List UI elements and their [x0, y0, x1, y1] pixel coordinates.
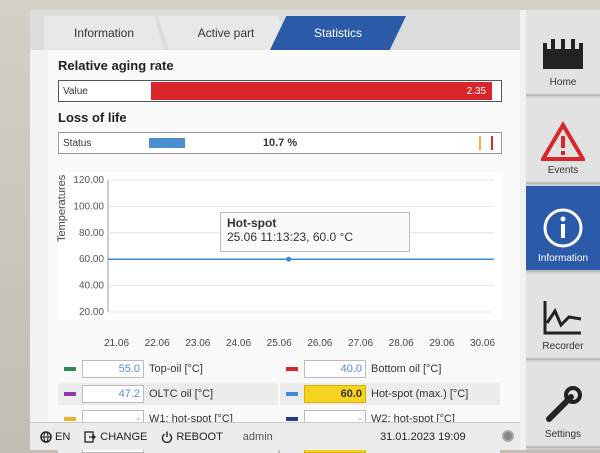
nav-information-label: Information	[537, 253, 589, 264]
side-nav: Home Events Information Recorder Setting…	[526, 10, 600, 450]
globe-icon	[40, 430, 52, 443]
info-icon	[543, 208, 583, 248]
value-label: Hot-spot (max.) [°C]	[371, 388, 469, 400]
power-icon	[162, 431, 173, 443]
value-row[interactable]: 60.0 Hot-spot (max.) [°C]	[280, 383, 500, 405]
series-color-swatch	[286, 417, 298, 421]
chart-xtick-label: 22.06	[144, 338, 170, 349]
series-color-swatch	[286, 367, 298, 371]
chart-ytick-label: 120.00	[73, 175, 104, 186]
chart-xtick-label: 29.06	[429, 338, 455, 349]
life-warning-marker	[479, 136, 481, 150]
value-row[interactable]: 55.0 Top-oil [°C]	[58, 358, 278, 380]
aging-field-label: Value	[63, 85, 88, 97]
tab-bar: Information Active part Statistics	[30, 10, 520, 50]
nav-events-label: Events	[547, 165, 579, 176]
connection-status-icon	[502, 430, 514, 442]
nav-home[interactable]: Home	[526, 10, 600, 96]
series-color-swatch	[64, 367, 76, 371]
value-field: 40.0	[304, 360, 366, 378]
value-field: 47.2	[82, 385, 144, 403]
warning-icon	[541, 121, 585, 161]
chart-xtick-label: 23.06	[185, 338, 211, 349]
life-alarm-marker	[491, 136, 493, 150]
statistics-panel: Relative aging rate Value 2.35 Loss of l…	[48, 50, 540, 453]
nav-home-label: Home	[549, 77, 577, 88]
chart-xtick-label: 28.06	[388, 338, 414, 349]
language-button[interactable]: EN	[40, 431, 70, 443]
datetime-label: 31.01.2023 19:09	[380, 431, 466, 443]
user-label: admin	[242, 430, 273, 443]
chart-ytick-label: 40.00	[79, 281, 104, 292]
chart-xtick-label: 26.06	[307, 338, 333, 349]
chart-ytick-label: 80.00	[79, 228, 104, 239]
life-title: Loss of life	[58, 110, 127, 125]
life-bar: Status 10.7 %	[58, 132, 502, 154]
chart-ylabel: Temperatures	[56, 174, 68, 242]
nav-information[interactable]: Information	[526, 186, 600, 272]
tooltip-title: Hot-spot	[227, 216, 277, 230]
nav-recorder-label: Recorder	[542, 341, 584, 352]
language-label: EN	[55, 430, 71, 443]
chart-tooltip: Hot-spot 25.06 11:13:23, 60.0 °C	[220, 212, 410, 252]
series-color-swatch	[64, 417, 76, 421]
series-color-swatch	[286, 392, 298, 396]
tooltip-detail: 25.06 11:13:23, 60.0 °C	[227, 230, 354, 244]
chart-ytick-label: 100.00	[73, 201, 104, 212]
chart-ytick-label: 20.00	[79, 307, 104, 318]
transformer-icon	[543, 39, 583, 69]
screen: Information Active part Statistics Relat…	[30, 10, 600, 453]
chart-xtick-label: 30.06	[470, 338, 496, 349]
aging-title: Relative aging rate	[58, 58, 174, 73]
aging-value: 2.35	[466, 86, 487, 97]
login-icon	[84, 430, 97, 443]
value-field: 60.0	[304, 385, 366, 403]
recorder-icon	[543, 301, 582, 335]
status-bar: EN CHANGE REBOOT admin 31.01.2023 19:09	[30, 422, 520, 450]
chart-ytick-label: 60.00	[79, 254, 104, 265]
nav-recorder[interactable]: Recorder	[526, 274, 600, 360]
change-label: CHANGE	[100, 430, 148, 443]
reboot-button[interactable]: REBOOT	[161, 430, 223, 443]
chart-hover-point	[286, 256, 292, 262]
nav-events[interactable]: Events	[526, 98, 600, 184]
series-color-swatch	[64, 392, 76, 396]
chart-xtick-label: 25.06	[266, 338, 292, 349]
aging-bar: Value 2.35	[58, 80, 502, 102]
value-row[interactable]: 40.0 Bottom oil [°C]	[280, 358, 500, 380]
value-field: 55.0	[82, 360, 144, 378]
chart-xtick-label: 27.06	[348, 338, 374, 349]
value-label: OLTC oil [°C]	[149, 388, 214, 400]
reboot-label: REBOOT	[176, 430, 223, 443]
change-button[interactable]: CHANGE	[84, 431, 147, 443]
chart-xtick-label: 24.06	[226, 338, 252, 349]
temperature-chart[interactable]: 120.00 100.00 80.00 60.00 40.00 20.00 Tempera…	[56, 172, 502, 320]
chart-xtick-label: 21.06	[104, 338, 130, 349]
nav-settings[interactable]: Settings	[526, 362, 600, 448]
life-value: 10.7 %	[262, 137, 298, 149]
chart-xticks: 21.06 22.06 23.06 24.06 25.06 26.06 27.06 28.06…	[58, 338, 502, 354]
aging-fill: 2.35	[151, 82, 493, 100]
tab-statistics[interactable]: Statistics	[270, 16, 406, 50]
nav-settings-label: Settings	[544, 429, 582, 440]
tab-information[interactable]: Information	[44, 16, 164, 50]
wrench-icon	[546, 386, 582, 422]
value-row[interactable]: 47.2 OLTC oil [°C]	[58, 383, 278, 405]
value-label: Bottom oil [°C]	[371, 363, 442, 375]
value-label: Top-oil [°C]	[149, 363, 203, 375]
